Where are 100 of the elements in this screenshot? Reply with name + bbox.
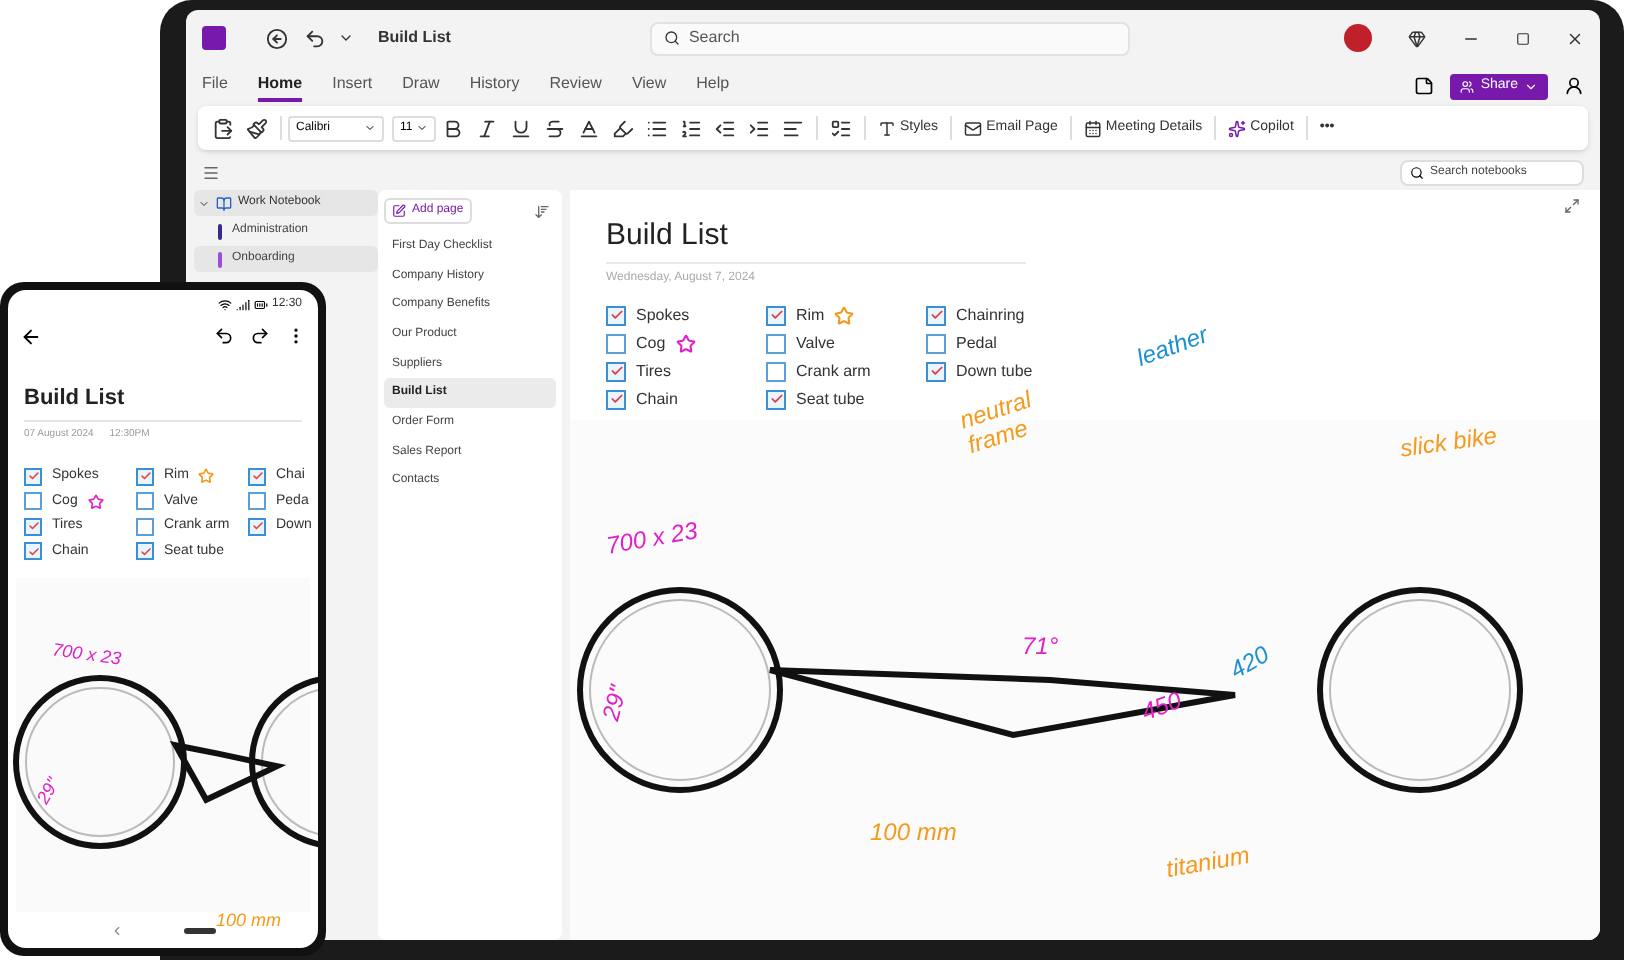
ribbon-tab[interactable]: Insert	[332, 71, 373, 101]
close-button[interactable]	[1566, 29, 1584, 47]
search-icon	[1410, 165, 1424, 179]
ink-annotation: 700 x 23	[50, 637, 123, 673]
checkbox[interactable]	[248, 467, 266, 486]
ribbon-tab[interactable]: Draw	[402, 71, 440, 101]
ink-annotation: 100 mm	[216, 908, 282, 934]
checkbox[interactable]	[606, 305, 626, 325]
caret-icon	[1524, 79, 1538, 93]
checkbox[interactable]	[24, 542, 42, 561]
outdent-button[interactable]	[714, 117, 736, 139]
styles-icon	[878, 119, 896, 137]
checkbox[interactable]	[766, 361, 786, 381]
back-button[interactable]	[266, 27, 288, 49]
tag-button[interactable]	[830, 117, 852, 139]
check-icon	[769, 392, 783, 406]
nav-back-icon[interactable]	[110, 923, 124, 937]
item-label: Rim	[796, 303, 825, 327]
checkbox[interactable]	[24, 492, 42, 511]
item-label: Chain	[636, 387, 678, 411]
checkbox[interactable]	[136, 467, 154, 486]
font-color-button[interactable]	[578, 117, 600, 139]
underline-button[interactable]	[510, 117, 532, 139]
checkbox[interactable]	[136, 542, 154, 561]
signal-icon	[235, 297, 250, 311]
strikethrough-button[interactable]	[544, 117, 566, 139]
sort-button[interactable]	[534, 203, 550, 219]
item-label: Cog	[636, 331, 666, 355]
bold-button[interactable]	[442, 117, 464, 139]
ink-annotation: 29"	[598, 682, 633, 724]
window-title: Build List	[378, 26, 451, 50]
italic-button[interactable]	[476, 117, 498, 139]
item-label: Pedal	[956, 331, 997, 355]
avatar-button[interactable]	[1344, 24, 1372, 52]
ribbon-tab[interactable]: History	[469, 71, 520, 101]
checkbox[interactable]	[766, 305, 786, 325]
ink-annotation: slick bike	[1398, 423, 1499, 463]
page-title: Build List	[606, 214, 1026, 263]
checkbox[interactable]	[766, 389, 786, 409]
ribbon-tab[interactable]: File	[202, 71, 228, 101]
home-handle[interactable]	[184, 927, 216, 933]
back-button[interactable]	[20, 325, 42, 347]
checkbox[interactable]	[606, 333, 626, 353]
checkbox[interactable]	[24, 517, 42, 536]
ink-annotation: 29"	[30, 773, 66, 810]
check-icon	[929, 364, 943, 378]
ribbon-tab[interactable]: View	[631, 71, 667, 101]
ink-annotation: 420	[1226, 641, 1274, 685]
ink-annotation: titanium	[1164, 842, 1252, 884]
ink-annotation: neutral frame	[956, 383, 1037, 460]
page-title: Build List	[24, 382, 302, 421]
redo-button[interactable]	[250, 326, 270, 346]
search-field[interactable]: Search	[650, 21, 1131, 55]
paste-button[interactable]	[212, 117, 234, 139]
checkbox[interactable]	[926, 333, 946, 353]
people-icon[interactable]	[1564, 76, 1584, 96]
ribbon-tab[interactable]: Home	[257, 71, 303, 101]
checkbox[interactable]	[606, 389, 626, 409]
checkbox[interactable]	[136, 492, 154, 511]
menu-icon[interactable]	[202, 163, 220, 181]
align-button[interactable]	[782, 117, 804, 139]
ribbon-tab[interactable]: Review	[549, 71, 602, 101]
numbering-button[interactable]	[680, 117, 702, 139]
mail-icon	[964, 119, 983, 137]
checkbox[interactable]	[926, 305, 946, 325]
checkbox[interactable]	[248, 492, 266, 511]
item-label: Down tube	[956, 359, 1033, 383]
indent-button[interactable]	[748, 117, 770, 139]
caret-icon	[364, 122, 376, 134]
check-icon	[769, 308, 783, 322]
item-label: Seat tube	[796, 387, 865, 411]
caret-icon	[416, 122, 428, 134]
highlight-button[interactable]	[612, 117, 634, 139]
sticky-note-icon[interactable]	[1414, 76, 1435, 96]
app-logo-icon	[202, 26, 226, 50]
undo-button[interactable]	[214, 326, 234, 346]
checkbox[interactable]	[136, 517, 154, 536]
check-icon	[251, 520, 263, 533]
checkbox[interactable]	[606, 361, 626, 381]
checkbox[interactable]	[24, 467, 42, 486]
wifi-icon	[217, 297, 232, 311]
diamond-icon[interactable]	[1408, 29, 1426, 47]
check-icon	[609, 308, 623, 322]
check-icon	[139, 470, 151, 483]
expand-button[interactable]	[1564, 198, 1580, 214]
sparkle-icon	[1228, 119, 1247, 137]
checkbox[interactable]	[248, 517, 266, 536]
bullets-button[interactable]	[646, 117, 668, 139]
undo-button[interactable]	[304, 27, 326, 49]
ribbon-tab[interactable]: Help	[696, 71, 730, 101]
format-painter-button[interactable]	[246, 117, 268, 139]
quick-access-dropdown[interactable]	[338, 30, 354, 46]
ink-annotation: 100 mm	[870, 820, 957, 847]
checkbox[interactable]	[926, 361, 946, 381]
item-label: Valve	[796, 331, 835, 355]
item-label: Crank arm	[796, 359, 871, 383]
checkbox[interactable]	[766, 333, 786, 353]
maximize-button[interactable]	[1516, 31, 1530, 45]
ink-annotation: 700 x 23	[604, 518, 700, 561]
battery-icon	[253, 297, 268, 311]
